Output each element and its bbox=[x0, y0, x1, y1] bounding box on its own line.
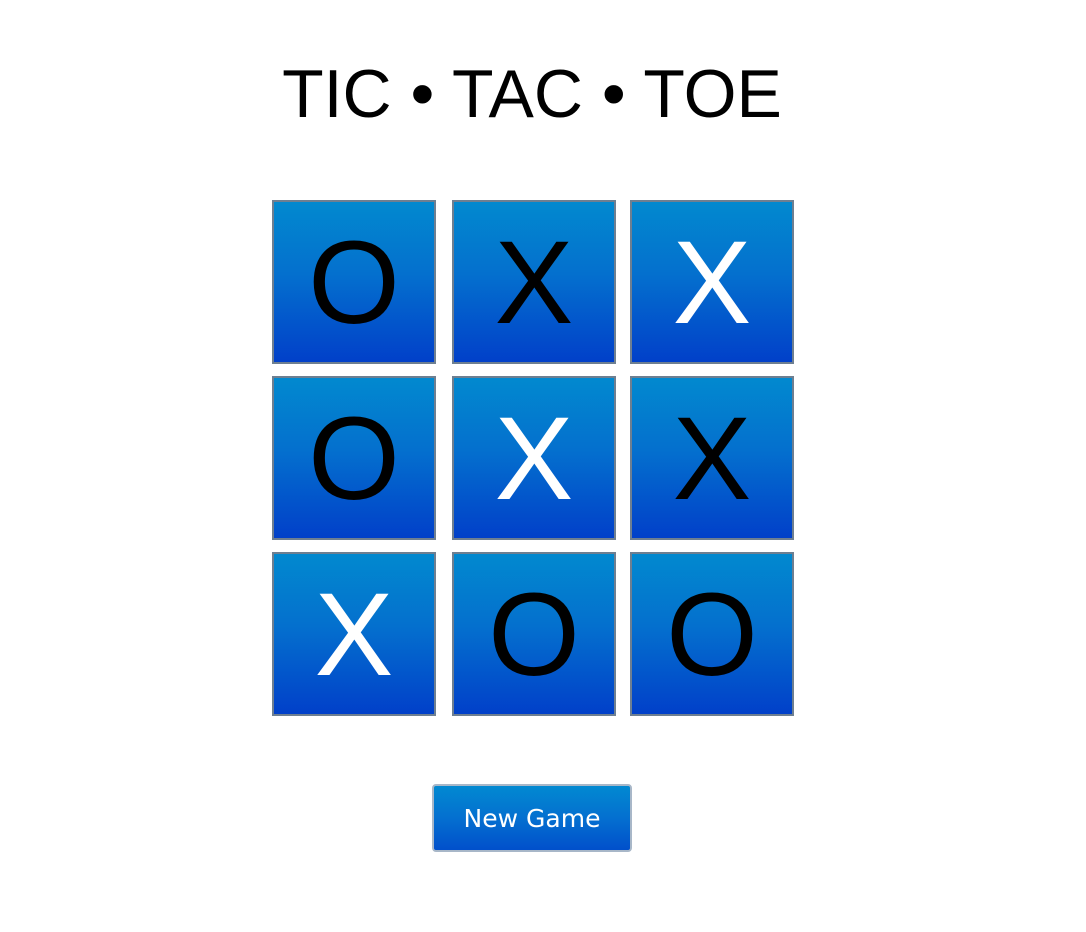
board-cell-r1-c1[interactable]: O bbox=[272, 200, 436, 364]
board-cell-r2-c2[interactable]: X bbox=[452, 376, 616, 540]
cell-mark: X bbox=[672, 217, 752, 349]
cell-mark: X bbox=[672, 393, 752, 525]
board-cell-r3-c2[interactable]: O bbox=[452, 552, 616, 716]
board-cell-r3-c3[interactable]: O bbox=[630, 552, 794, 716]
game-board: O X X O X X X O O bbox=[272, 200, 794, 716]
cell-mark: O bbox=[488, 569, 580, 701]
page-title: TIC • TAC • TOE bbox=[282, 56, 782, 132]
cell-mark: O bbox=[308, 393, 400, 525]
new-game-button[interactable]: New Game bbox=[432, 784, 632, 852]
board-cell-r2-c1[interactable]: O bbox=[272, 376, 436, 540]
cell-mark: X bbox=[314, 569, 394, 701]
board-cell-r3-c1[interactable]: X bbox=[272, 552, 436, 716]
cell-mark: X bbox=[494, 393, 574, 525]
board-cell-r2-c3[interactable]: X bbox=[630, 376, 794, 540]
board-cell-r1-c3[interactable]: X bbox=[630, 200, 794, 364]
cell-mark: O bbox=[666, 569, 758, 701]
board-cell-r1-c2[interactable]: X bbox=[452, 200, 616, 364]
cell-mark: X bbox=[494, 217, 574, 349]
cell-mark: O bbox=[308, 217, 400, 349]
